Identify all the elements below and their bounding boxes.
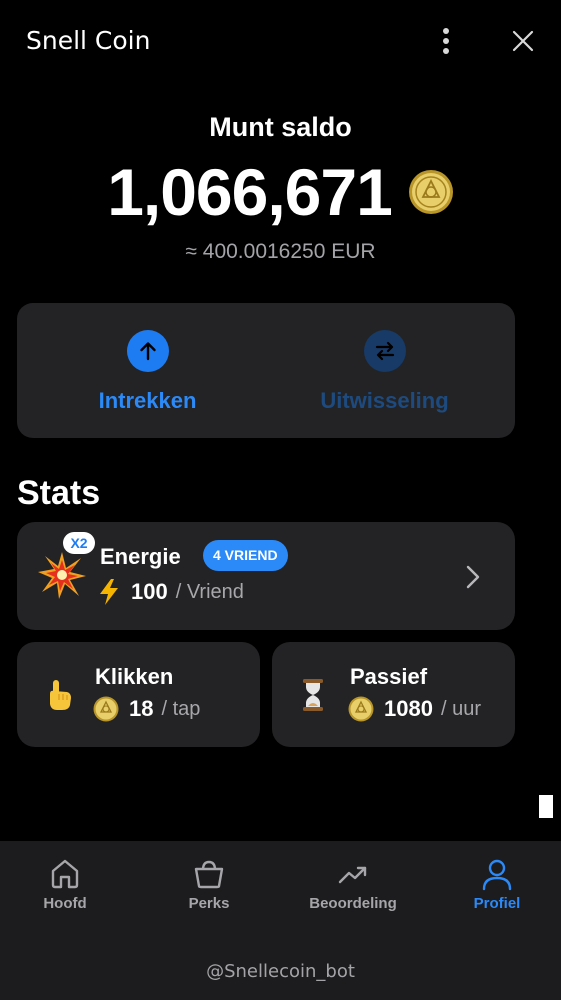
- close-icon[interactable]: [510, 28, 536, 54]
- exchange-button[interactable]: Uitwisseling: [260, 303, 509, 438]
- multiplier-badge: X2: [63, 532, 95, 554]
- nav-item-perks[interactable]: Perks: [144, 857, 274, 912]
- clicks-title: Klikken: [95, 664, 174, 689]
- passive-card: Passief 1080 / uur: [272, 642, 515, 747]
- bottom-nav: Hoofd Perks Beoordeling Profiel @Snellec…: [0, 841, 561, 1000]
- nav-label-home: Hoofd: [43, 895, 87, 912]
- withdraw-label: Intrekken: [98, 388, 197, 413]
- passive-value-line: 1080 / uur: [348, 696, 481, 722]
- nav-label-profile: Profiel: [473, 895, 521, 912]
- actions-card: Intrekken Uitwisseling: [17, 303, 515, 438]
- balance-value: 1,066,671: [107, 155, 393, 229]
- coin-icon: [348, 696, 374, 722]
- energy-value: 100: [131, 579, 168, 604]
- friend-badge: 4 VRIEND: [203, 540, 288, 571]
- hourglass-icon: [303, 679, 323, 711]
- nav-item-profile[interactable]: Profiel: [432, 857, 561, 912]
- coin-icon: [93, 696, 119, 722]
- arrow-up-icon: [139, 342, 156, 361]
- bot-handle: @Snellecoin_bot: [206, 961, 355, 982]
- balance-label: Munt saldo: [209, 112, 352, 142]
- clicks-value-line: 18 / tap: [93, 696, 200, 722]
- exchange-label: Uitwisseling: [320, 388, 449, 413]
- clicks-value: 18: [129, 696, 154, 721]
- trending-up-icon: [338, 866, 367, 884]
- nav-label-rating: Beoordeling: [309, 895, 397, 912]
- exchange-icon-circle: [363, 330, 406, 372]
- passive-title: Passief: [350, 664, 428, 689]
- clicks-unit: / tap: [161, 697, 201, 720]
- withdraw-icon-circle: [126, 330, 169, 372]
- user-icon: [482, 859, 512, 891]
- coin-icon: [408, 170, 453, 214]
- shopping-bag-icon: [194, 860, 224, 889]
- nav-item-home[interactable]: Hoofd: [0, 857, 130, 912]
- clicks-card: Klikken 18 / tap: [17, 642, 260, 747]
- lightning-bolt-icon: [100, 579, 118, 605]
- balance-eur-equivalent: ≈ 400.0016250 EUR: [185, 240, 376, 263]
- nav-item-rating[interactable]: Beoordeling: [288, 857, 418, 912]
- balance-row: 1,066,671: [0, 156, 561, 228]
- energy-unit: / Vriend: [175, 580, 244, 603]
- home-icon: [51, 859, 79, 889]
- energy-card[interactable]: X2 Energie 4 VRIEND 100 / Vriend: [17, 522, 515, 630]
- passive-value: 1080: [384, 696, 433, 721]
- swap-arrows-icon: [375, 341, 394, 361]
- more-vertical-icon[interactable]: [434, 26, 458, 56]
- chevron-right-icon[interactable]: [465, 564, 481, 590]
- energy-value-line: 100 / Vriend: [97, 578, 244, 606]
- stats-title: Stats: [17, 474, 101, 512]
- scrollbar-thumb[interactable]: [539, 795, 553, 818]
- nav-label-perks: Perks: [188, 895, 230, 912]
- pointing-hand-icon: [50, 680, 71, 710]
- app-title: Snell Coin: [26, 26, 151, 55]
- burst-icon: [38, 552, 86, 599]
- withdraw-button[interactable]: Intrekken: [23, 303, 272, 438]
- energy-title: Energie: [100, 544, 181, 569]
- passive-unit: / uur: [440, 697, 481, 720]
- app-header: Snell Coin: [0, 0, 561, 84]
